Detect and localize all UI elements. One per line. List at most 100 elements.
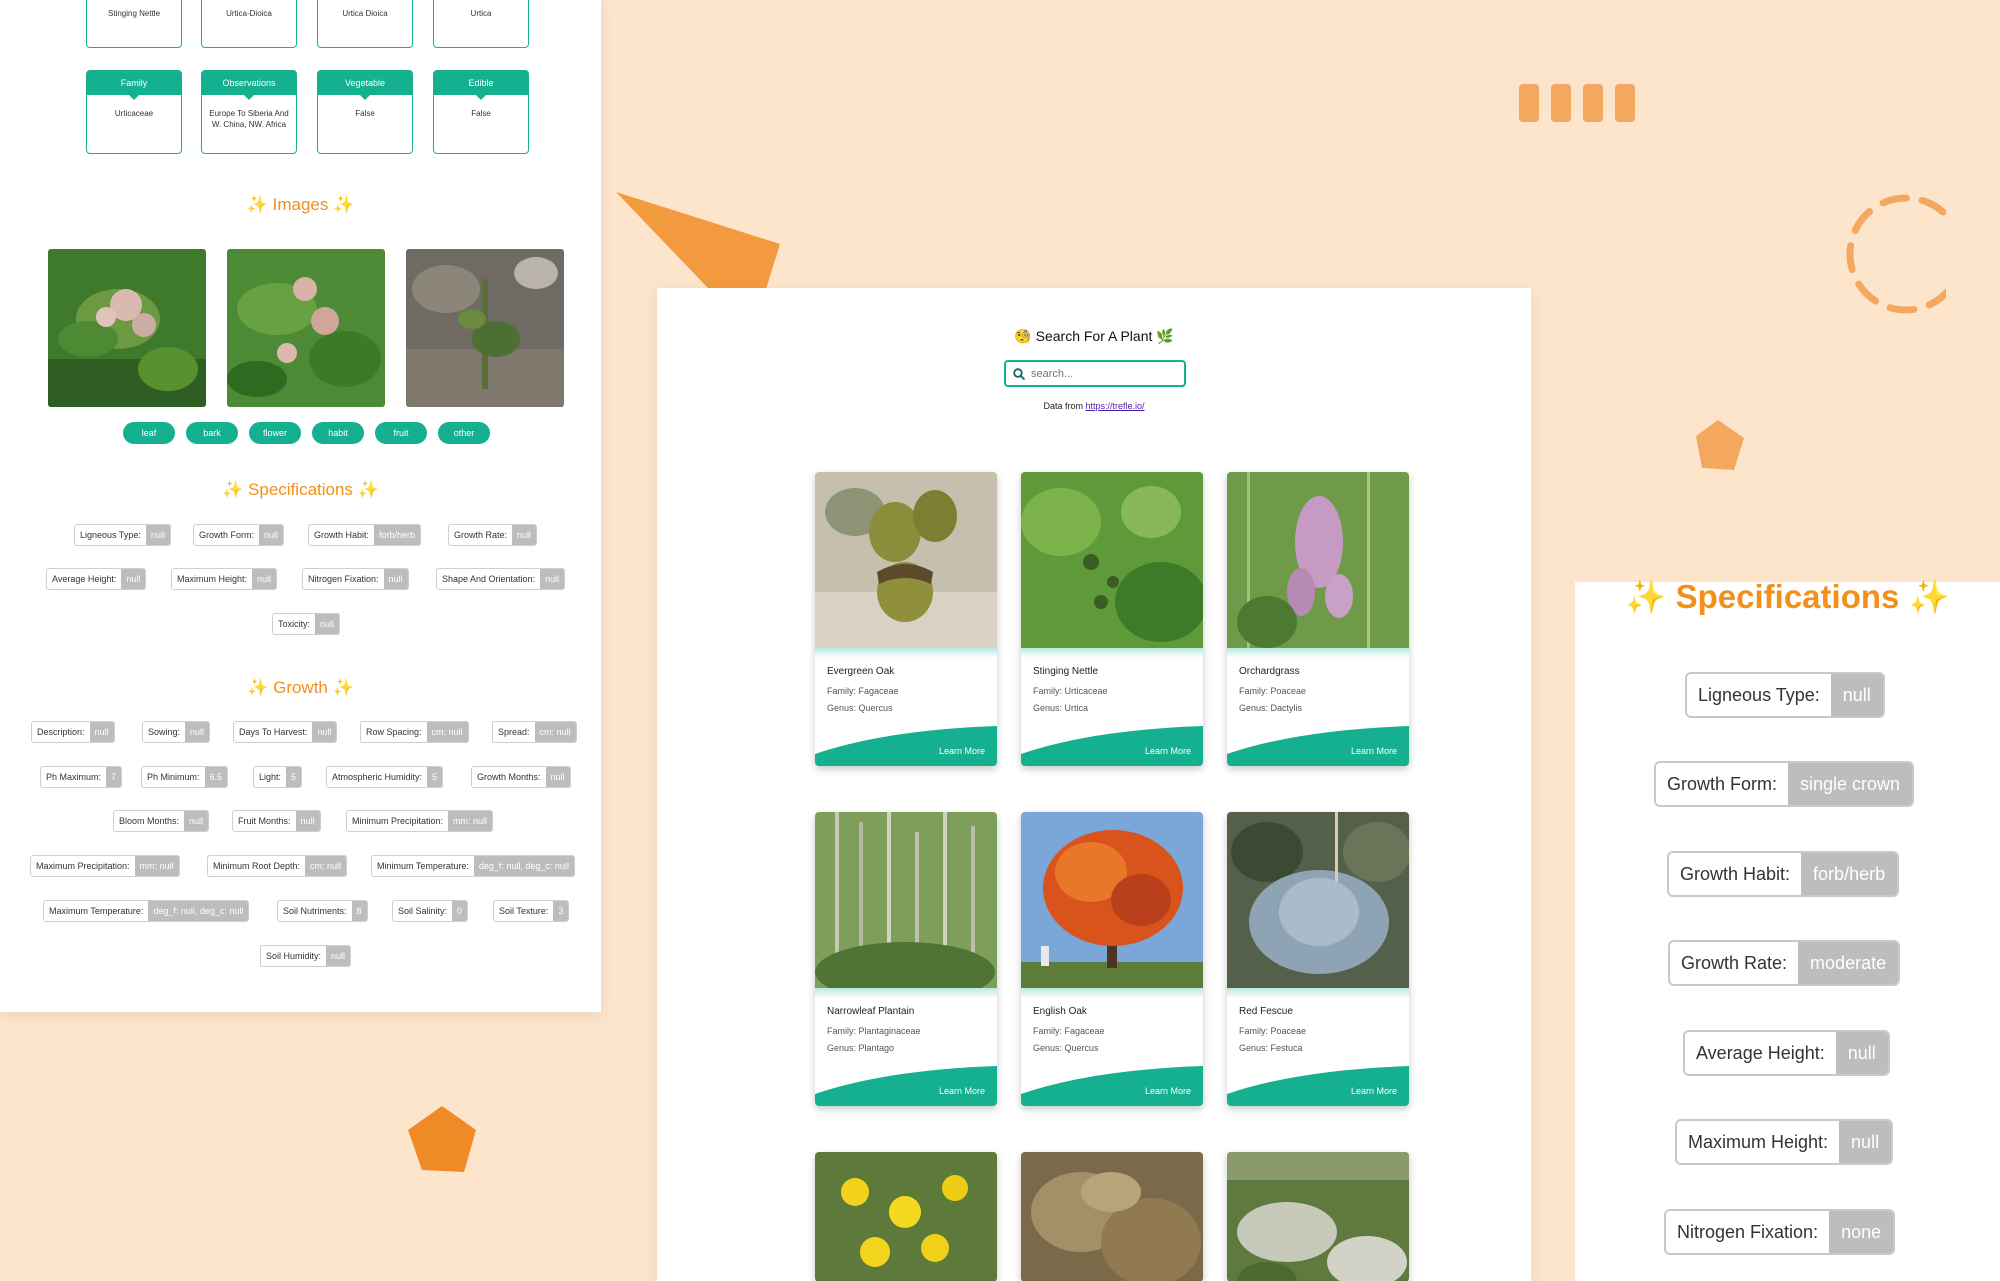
tab-leaf[interactable]: leaf — [123, 422, 175, 444]
spec-value: null — [545, 767, 570, 787]
plant-genus: Genus: Plantago — [827, 1043, 895, 1053]
spec-tag: Shape And Orientation: null — [436, 568, 566, 590]
photo-fade — [1021, 988, 1203, 998]
learn-more-button[interactable]: Learn More — [1145, 746, 1191, 756]
spec-value: cm: null — [534, 722, 576, 742]
spec-value: null — [1830, 674, 1883, 716]
scientific-name-card: Urtica Dioica — [317, 0, 413, 48]
tab-flower[interactable]: flower — [249, 422, 301, 444]
plant-card[interactable]: Stinging Nettle Family: Urticaceae Genus: … — [1021, 472, 1203, 766]
plant-card[interactable] — [1021, 1152, 1203, 1281]
growth-tag: Ph Minimum: 6.5 — [141, 766, 229, 788]
plant-family: Family: Poaceae — [1239, 686, 1307, 696]
plant-card[interactable]: Red Fescue Family: Poaceae Genus: Festuca L… — [1227, 812, 1409, 1106]
plant-card[interactable]: Orchardgrass Family: Poaceae Genus: Dactyl… — [1227, 472, 1409, 766]
learn-more-button[interactable]: Learn More — [939, 1086, 985, 1096]
plant-image-1[interactable] — [48, 249, 206, 407]
plant-photo — [815, 472, 997, 654]
tab-fruit[interactable]: fruit — [375, 422, 427, 444]
spec-tag: Growth Rate: null — [448, 524, 538, 546]
learn-more-button[interactable]: Learn More — [1351, 746, 1397, 756]
spec-key: Nitrogen Fixation: — [308, 574, 379, 584]
card-wave — [815, 1066, 997, 1106]
images-heading: ✨ Images ✨ — [246, 195, 355, 214]
tab-habit[interactable]: habit — [312, 422, 364, 444]
spec-value: cm: null — [426, 722, 468, 742]
spec-value: null — [252, 569, 277, 589]
genus-card: Urtica — [433, 0, 529, 48]
spec-value: null — [89, 722, 114, 742]
decorative-pentagon-large — [408, 1106, 476, 1172]
slug-card: Urtica-Dioica — [201, 0, 297, 48]
growth-tag: Sowing: null — [142, 721, 211, 743]
growth-tag: Days To Harvest: null — [233, 721, 338, 743]
spec-value: deg_f: null, deg_c: null — [473, 856, 574, 876]
spec-tag: Toxicity: null — [272, 613, 341, 635]
spec-tag: Growth Form: single crown — [1654, 761, 1915, 807]
plant-card[interactable]: Narrowleaf Plantain Family: Plantaginacea… — [815, 812, 997, 1106]
spec-value: 7 — [106, 767, 122, 787]
spec-key: Maximum Precipitation: — [36, 861, 130, 871]
spec-value: 5 — [427, 767, 443, 787]
plant-card[interactable] — [815, 1152, 997, 1281]
growth-tag: Bloom Months: null — [113, 810, 210, 832]
plant-card[interactable] — [1227, 1152, 1409, 1281]
growth-tag: Soil Humidity: null — [260, 945, 352, 967]
plant-photo — [1021, 1152, 1203, 1281]
plant-name: Narrowleaf Plantain — [827, 1006, 915, 1017]
spec-value: null — [312, 722, 337, 742]
spec-key: Description: — [37, 727, 85, 737]
spec-tag: Growth Form: null — [193, 524, 285, 546]
plant-card[interactable]: English Oak Family: Fagaceae Genus: Quercu… — [1021, 812, 1203, 1106]
spec-key: Ph Maximum: — [46, 772, 102, 782]
trefle-link[interactable]: https://trefle.io/ — [1085, 401, 1144, 411]
spec-value: null — [315, 614, 340, 634]
spec-key: Growth Form: — [199, 530, 255, 540]
spec-value: null — [383, 569, 408, 589]
spec-key: Growth Habit: — [314, 530, 370, 540]
spec-value: null — [540, 569, 565, 589]
plant-detail-page: Stinging Nettle Urtica-Dioica Urtica Dio… — [0, 0, 601, 1012]
spec-value: mm: null — [134, 856, 179, 876]
spec-key: Average Height: — [1696, 1042, 1825, 1063]
search-input[interactable] — [1031, 367, 1171, 380]
growth-tag: Ph Maximum: 7 — [40, 766, 123, 788]
edible-card: Edible False — [433, 70, 529, 154]
growth-tag: Minimum Precipitation: mm: null — [346, 810, 494, 832]
spec-key: Row Spacing: — [366, 727, 422, 737]
spec-tag: Nitrogen Fixation: null — [302, 568, 409, 590]
spec-key: Soil Humidity: — [266, 951, 322, 961]
spec-key: Soil Salinity: — [398, 906, 448, 916]
learn-more-button[interactable]: Learn More — [939, 746, 985, 756]
spec-key: Fruit Months: — [238, 816, 291, 826]
decorative-pentagon-small — [1696, 420, 1744, 470]
spec-key: Bloom Months: — [119, 816, 180, 826]
spec-key: Minimum Root Depth: — [213, 861, 301, 871]
tab-other[interactable]: other — [438, 422, 490, 444]
plant-image-2[interactable] — [227, 249, 385, 407]
spec-value: single crown — [1788, 763, 1913, 805]
plant-image-3[interactable] — [406, 249, 564, 407]
plant-family: Family: Fagaceae — [1033, 1026, 1105, 1036]
growth-tag: Spread: cm: null — [492, 721, 577, 743]
plant-family: Family: Fagaceae — [827, 686, 899, 696]
tab-bark[interactable]: bark — [186, 422, 238, 444]
learn-more-button[interactable]: Learn More — [1351, 1086, 1397, 1096]
search-field[interactable] — [1004, 360, 1186, 387]
card-wave — [1227, 726, 1409, 766]
growth-tag: Soil Nutriments: 8 — [277, 900, 368, 922]
plant-name: Orchardgrass — [1239, 666, 1300, 677]
spec-value: null — [1835, 1032, 1888, 1074]
growth-heading: ✨ Growth ✨ — [247, 678, 354, 697]
growth-tag: Row Spacing: cm: null — [360, 721, 469, 743]
plant-photo — [1021, 812, 1203, 994]
vegetable-card: Vegetable False — [317, 70, 413, 154]
card-wave — [1021, 726, 1203, 766]
plant-name: Stinging Nettle — [1033, 666, 1099, 677]
learn-more-button[interactable]: Learn More — [1145, 1086, 1191, 1096]
spec-value: 8 — [351, 901, 367, 921]
decorative-bars — [1519, 84, 1635, 122]
plant-card[interactable]: Evergreen Oak Family: Fagaceae Genus: Quer… — [815, 472, 997, 766]
growth-tag: Light: 5 — [253, 766, 303, 788]
spec-tag: Growth Habit: forb/herb — [1667, 851, 1900, 897]
